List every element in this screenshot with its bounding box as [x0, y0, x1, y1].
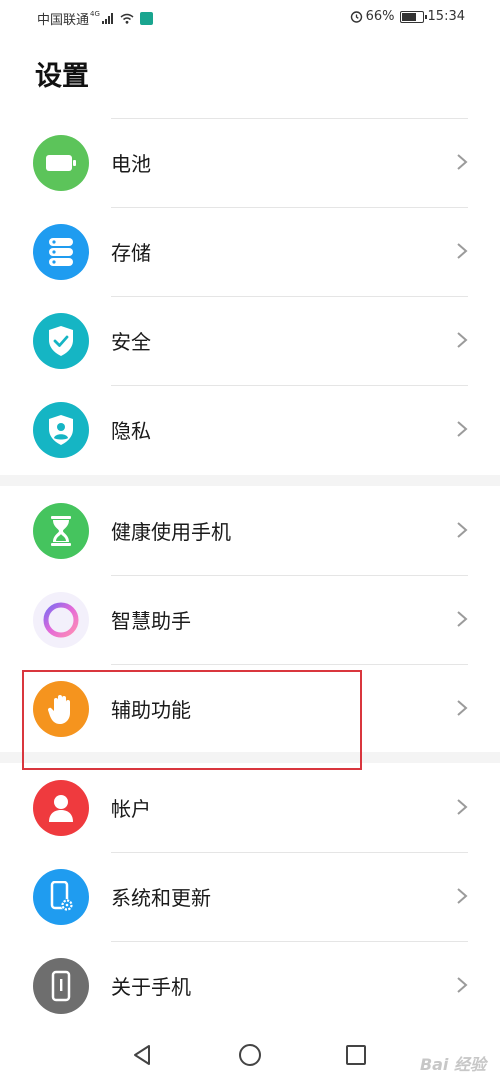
- divider: [111, 941, 468, 942]
- page-title: 设置: [35, 61, 89, 92]
- settings-item-about-phone[interactable]: 关于手机: [0, 941, 500, 1030]
- phone-settings-icon: [33, 869, 89, 925]
- battery-percent: 66%: [365, 9, 395, 24]
- settings-item-label: 智慧助手: [111, 609, 191, 633]
- settings-item-battery[interactable]: 电池: [0, 118, 500, 207]
- watermark: Bai 经验: [419, 1055, 486, 1074]
- signal-icon: [101, 13, 114, 24]
- settings-item-label: 健康使用手机: [111, 520, 231, 544]
- clock: 15:34: [427, 9, 465, 24]
- settings-item-digital-balance[interactable]: 健康使用手机: [0, 486, 500, 575]
- recent-apps-icon[interactable]: [344, 1043, 368, 1067]
- carrier-name: 中国联通: [37, 13, 90, 28]
- settings-group-device: 电池 存储 安全 隐私: [0, 118, 500, 474]
- settings-item-label: 电池: [111, 152, 151, 176]
- battery-icon: [33, 135, 89, 191]
- chevron-right-icon: [457, 522, 468, 538]
- chevron-right-icon: [457, 243, 468, 259]
- navigation-bar: Bai 经验: [0, 1025, 500, 1083]
- settings-item-accessibility[interactable]: 辅助功能: [0, 664, 500, 753]
- status-left: 中国联通 4G: [37, 9, 153, 28]
- home-icon[interactable]: [238, 1043, 262, 1067]
- status-right: 66% 15:34: [350, 9, 465, 24]
- hourglass-icon: [33, 503, 89, 559]
- battery-status-icon: [399, 10, 427, 23]
- settings-group-account: 帐户 系统和更新 关于手机: [0, 763, 500, 1030]
- settings-item-system-update[interactable]: 系统和更新: [0, 852, 500, 941]
- settings-item-label: 帐户: [111, 797, 151, 821]
- chevron-right-icon: [457, 611, 468, 627]
- divider: [111, 852, 468, 853]
- chevron-right-icon: [457, 154, 468, 170]
- hand-icon: [33, 681, 89, 737]
- chevron-right-icon: [457, 700, 468, 716]
- privacy-icon: [33, 402, 89, 458]
- settings-item-label: 安全: [111, 330, 151, 354]
- shield-check-icon: [33, 313, 89, 369]
- divider: [111, 385, 468, 386]
- notification-app-icon: [139, 12, 153, 25]
- divider: [111, 296, 468, 297]
- settings-item-account[interactable]: 帐户: [0, 763, 500, 852]
- chevron-right-icon: [457, 888, 468, 904]
- divider: [111, 118, 468, 119]
- status-bar: 中国联通 4G 66% 15:34: [0, 0, 500, 34]
- chevron-right-icon: [457, 421, 468, 437]
- network-type: 4G: [90, 9, 100, 18]
- settings-item-storage[interactable]: 存储: [0, 207, 500, 296]
- settings-item-label: 辅助功能: [111, 698, 191, 722]
- settings-item-label: 系统和更新: [111, 886, 211, 910]
- chevron-right-icon: [457, 799, 468, 815]
- settings-item-label: 关于手机: [111, 975, 191, 999]
- settings-item-smart-assistant[interactable]: 智慧助手: [0, 575, 500, 664]
- group-separator: [0, 752, 500, 763]
- alarm-icon: [350, 11, 362, 23]
- settings-item-label: 隐私: [111, 419, 151, 443]
- storage-icon: [33, 224, 89, 280]
- divider: [111, 575, 468, 576]
- group-separator: [0, 475, 500, 486]
- divider: [111, 207, 468, 208]
- settings-group-assist: 健康使用手机 智慧助手 辅助功能: [0, 486, 500, 753]
- phone-info-icon: [33, 958, 89, 1014]
- chevron-right-icon: [457, 332, 468, 348]
- account-icon: [33, 780, 89, 836]
- assistant-ring-icon: [33, 592, 89, 648]
- back-icon[interactable]: [131, 1043, 155, 1067]
- divider: [111, 664, 468, 665]
- settings-screen: 中国联通 4G 66% 15:34 设置 电池 存储 安全 隐私 健康使用手机 …: [0, 0, 500, 1083]
- settings-item-privacy[interactable]: 隐私: [0, 385, 500, 474]
- wifi-icon: [120, 13, 134, 24]
- settings-item-security[interactable]: 安全: [0, 296, 500, 385]
- settings-item-label: 存储: [111, 241, 151, 265]
- chevron-right-icon: [457, 977, 468, 993]
